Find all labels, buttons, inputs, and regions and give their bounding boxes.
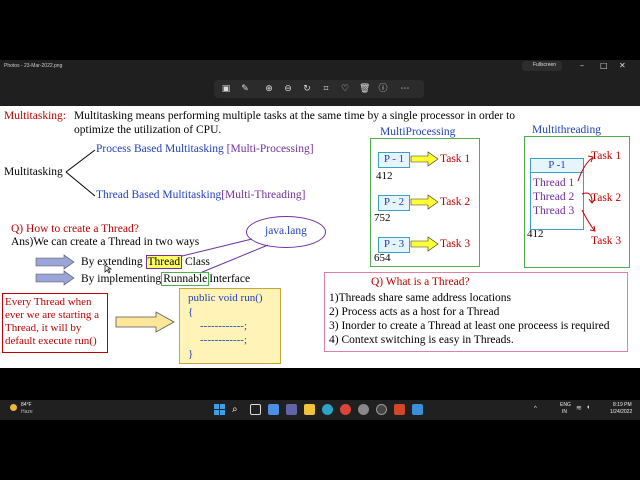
wifi-icon[interactable]: ≋: [576, 404, 582, 412]
thread-task-arrows: [577, 155, 596, 232]
windows-start-icon[interactable]: [214, 404, 225, 415]
mouse-cursor: [104, 264, 112, 274]
chrome-icon[interactable]: [340, 404, 351, 415]
obs-icon[interactable]: [376, 404, 387, 415]
thread-1: Thread 1: [533, 177, 575, 189]
teams-icon[interactable]: [286, 404, 297, 415]
code-line-3: ------------;: [200, 320, 248, 332]
clock-time[interactable]: 8:19 PM: [613, 402, 632, 408]
mp-pid-2: 752: [374, 212, 391, 224]
way-extending: By extending Thread Class: [81, 255, 210, 269]
every-thread-line-2: ever we are starting a: [5, 309, 100, 321]
way1-post: Class: [184, 256, 210, 268]
every-thread-line-3: Thread, it will by: [5, 322, 82, 334]
way1-thread-highlight: Thread: [145, 255, 183, 269]
weather-icon[interactable]: [10, 404, 17, 411]
code-line-2: {: [188, 306, 194, 318]
widgets-icon[interactable]: [268, 404, 279, 415]
search-icon[interactable]: ⌕: [232, 404, 243, 415]
process-task-arrows: [410, 151, 439, 252]
weather-desc[interactable]: Haze: [21, 409, 33, 415]
fact-1: 1)Threads share same address locations: [329, 292, 512, 304]
fact-3: 3) Inorder to create a Thread at least o…: [329, 320, 610, 332]
edge-icon[interactable]: [322, 404, 333, 415]
mp-pid-3: 654: [374, 252, 391, 264]
process-p1: P - 1: [378, 152, 410, 168]
clock-date[interactable]: 1/24/2022: [610, 409, 632, 415]
process-p2: P - 2: [378, 195, 410, 211]
tray-chevron-icon[interactable]: ^: [534, 406, 537, 412]
every-thread-line-4: default execute run(): [5, 335, 97, 347]
code-line-1: public void run(): [188, 292, 263, 304]
code-line-4: ------------;: [200, 334, 248, 346]
way2-pre: By implementing: [81, 273, 162, 285]
language-label[interactable]: ENG: [560, 402, 571, 408]
process-p3: P - 3: [378, 237, 410, 253]
way-implementing: By implementing Runnable Interface: [81, 272, 251, 286]
code-line-5: }: [188, 348, 194, 360]
way-arrows: [35, 254, 75, 286]
thread-3: Thread 3: [533, 205, 575, 217]
weather-temp[interactable]: 84°F: [21, 402, 32, 408]
media-icon[interactable]: [358, 404, 369, 415]
photos-icon[interactable]: [412, 404, 423, 415]
file-explorer-icon[interactable]: [304, 404, 315, 415]
mp-task-3: Task 3: [440, 238, 471, 250]
fact-4: 4) Context switching is easy in Threads.: [329, 334, 514, 346]
way2-post: Interface: [209, 273, 251, 285]
mp-pid-1: 412: [376, 170, 393, 182]
task-view-icon[interactable]: [250, 404, 261, 415]
fact-2: 2) Process acts as a host for a Thread: [329, 306, 500, 318]
volume-icon[interactable]: ◖: [586, 404, 590, 411]
way2-runnable-highlight: Runnable: [161, 272, 210, 286]
mt-pid: 412: [527, 228, 544, 240]
windows-taskbar: [0, 400, 640, 420]
mp-task-1: Task 1: [440, 153, 471, 165]
thread-2: Thread 2: [533, 191, 575, 203]
every-thread-box: Every Thread when ever we are starting a…: [2, 293, 108, 353]
region-label[interactable]: IN: [562, 409, 567, 415]
powerpoint-icon[interactable]: [394, 404, 405, 415]
every-thread-line-1: Every Thread when: [5, 296, 92, 308]
run-method-code-box: public void run() { ------------; ------…: [179, 288, 281, 364]
mp-task-2: Task 2: [440, 196, 471, 208]
question-what-is-thread: Q) What is a Thread?: [371, 276, 470, 288]
code-arrow: [115, 311, 175, 333]
